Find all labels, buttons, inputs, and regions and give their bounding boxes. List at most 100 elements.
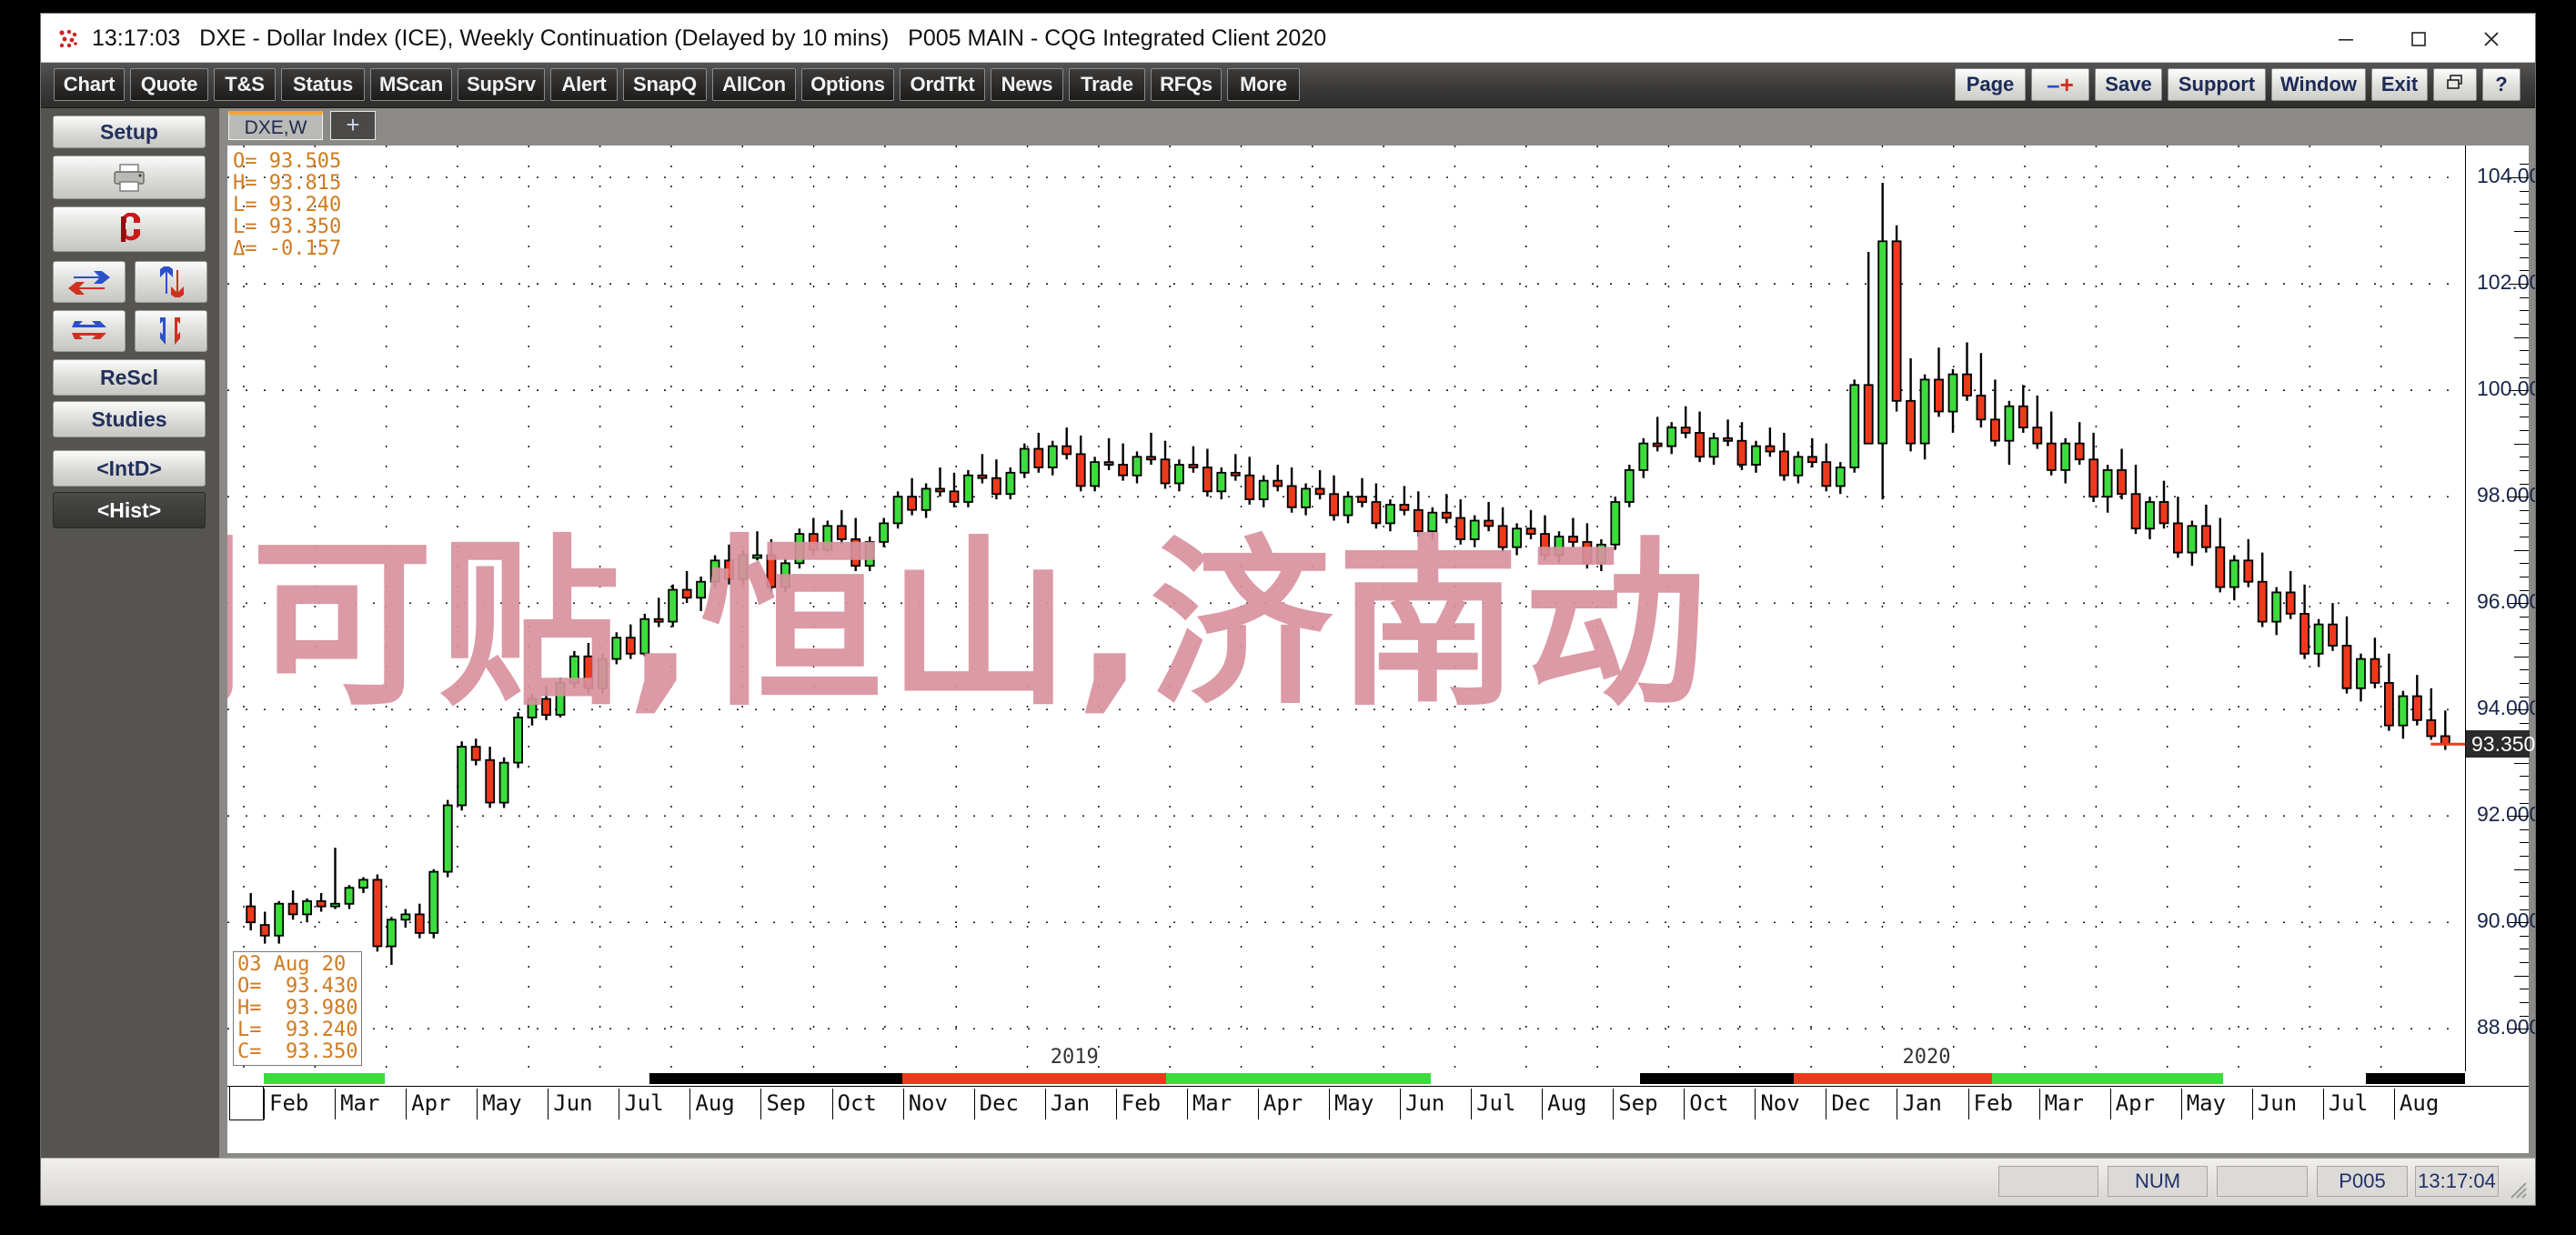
status-num-indicator: NUM (2108, 1166, 2208, 1197)
month-label: Jun (548, 1089, 624, 1120)
price-axis-label: 90.000 (2477, 909, 2536, 933)
price-axis-tick (2509, 177, 2529, 179)
toolbar-button-trade[interactable]: Trade (1069, 68, 1145, 101)
toolbar-button-snapq[interactable]: SnapQ (623, 68, 707, 101)
toolbar-button-t-s[interactable]: T&S (214, 68, 276, 101)
price-axis-tick (2520, 350, 2529, 352)
historical-button[interactable]: <Hist> (53, 492, 206, 528)
title-bar: 13:17:03 DXE - Dollar Index (ICE), Weekl… (41, 14, 2535, 63)
toolbar-button-quote[interactable]: Quote (130, 68, 208, 101)
magnet-icon-button[interactable] (53, 206, 206, 252)
price-axis-tick (2520, 204, 2529, 206)
price-axis[interactable]: 104.000 102.000 100.000 98.000 96.000 94.000 9… (2465, 146, 2535, 1071)
print-icon-button[interactable] (53, 156, 206, 199)
resize-grip-icon[interactable] (2504, 1176, 2528, 1200)
price-axis-tick (2514, 762, 2529, 764)
toolbar-button-news[interactable]: News (991, 68, 1063, 101)
month-label: Nov (1755, 1089, 1831, 1120)
status-page-indicator: P005 (2317, 1166, 2408, 1197)
add-tab-button[interactable]: + (330, 111, 376, 140)
setup-button[interactable]: Setup (53, 115, 206, 148)
swap-horizontal-icon-button[interactable] (53, 261, 126, 303)
toolbar-button-options[interactable]: Options (801, 68, 894, 101)
candlestick-plot[interactable]: 创可贴,恒山,济南动 O= 93.505 H= 93.815 L= 93.240… (227, 146, 2465, 1071)
price-axis-tick (2509, 284, 2529, 286)
month-label: Sep (1613, 1089, 1689, 1120)
cqg-application-window: 13:17:03 DXE - Dollar Index (ICE), Weekl… (40, 13, 2536, 1206)
year-bar-segment (1639, 1073, 1794, 1084)
status-time-indicator: 13:17:04 (2415, 1166, 2499, 1197)
price-axis-label: 94.000 (2477, 696, 2536, 720)
toolbar-button-more[interactable]: More (1227, 68, 1300, 101)
minus-plus-button[interactable]: –+ (2031, 68, 2089, 101)
price-axis-tick (2520, 483, 2529, 485)
price-axis-tick (2520, 244, 2529, 246)
studies-button[interactable]: Studies (53, 401, 206, 437)
chart-plot-container: 创可贴,恒山,济南动 O= 93.505 H= 93.815 L= 93.240… (226, 145, 2535, 1154)
price-axis-tick (2520, 776, 2529, 778)
restore-window-icon[interactable] (2433, 68, 2477, 101)
price-axis-tick (2514, 230, 2529, 232)
month-label: Jun (1400, 1089, 1476, 1120)
chart-readout-bottom: 03 Aug 20 O= 93.430 H= 93.980 L= 93.240 … (233, 951, 363, 1066)
help-button[interactable]: ? (2482, 68, 2521, 101)
window-button[interactable]: Window (2271, 68, 2366, 101)
year-bar-segment (1166, 1073, 1431, 1084)
price-axis-tick (2514, 336, 2529, 338)
page-button[interactable]: Page (1955, 68, 2026, 101)
status-empty-1 (1998, 1166, 2098, 1197)
price-axis-tick (2514, 975, 2529, 977)
price-axis-tick (2520, 935, 2529, 937)
close-button[interactable] (2455, 14, 2528, 62)
rescale-button[interactable]: ReScl (53, 359, 206, 396)
price-axis-tick (2520, 216, 2529, 218)
chart-sidebar: Setup ReScl Studies <IntD> <Hist> (41, 108, 219, 1158)
price-axis-tick (2520, 563, 2529, 565)
align-vertical-icon-button[interactable] (135, 310, 207, 352)
price-axis-tick (2520, 682, 2529, 684)
price-axis-tick (2520, 589, 2529, 591)
month-label: Jul (1471, 1089, 1547, 1120)
month-label: Dec (973, 1089, 1051, 1120)
price-axis-tick (2520, 895, 2529, 897)
toolbar-button-status[interactable]: Status (281, 68, 365, 101)
month-label: Aug (1542, 1089, 1618, 1120)
save-button[interactable]: Save (2095, 68, 2162, 101)
year-bar-segment (1991, 1073, 2223, 1084)
price-cursor-badge: 93.350 (2466, 730, 2535, 758)
year-bar-segment (1793, 1073, 1992, 1084)
toolbar-button-alert[interactable]: Alert (550, 68, 618, 101)
minimize-button[interactable] (2309, 14, 2382, 62)
maximize-button[interactable] (2382, 14, 2455, 62)
support-button[interactable]: Support (2168, 68, 2266, 101)
toolbar-button-chart[interactable]: Chart (54, 68, 125, 101)
price-axis-tick (2520, 256, 2529, 258)
year-bar-segment (2366, 1073, 2465, 1084)
price-axis-tick (2520, 323, 2529, 325)
intraday-button[interactable]: <IntD> (53, 450, 206, 487)
toolbar-button-allcon[interactable]: AllCon (712, 68, 796, 101)
swap-vertical-icon-button[interactable] (135, 261, 207, 303)
toolbar-button-ordtkt[interactable]: OrdTkt (900, 68, 985, 101)
year-bar-segment (264, 1073, 386, 1084)
price-axis-label: 102.000 (2477, 270, 2535, 295)
price-axis-tick (2514, 443, 2529, 445)
exit-button[interactable]: Exit (2371, 68, 2428, 101)
toolbar-button-rfqs[interactable]: RFQs (1151, 68, 1222, 101)
cqg-app-icon (57, 28, 79, 50)
price-axis-label: 100.000 (2477, 377, 2535, 401)
align-horizontal-icon-button[interactable] (53, 310, 126, 352)
toolbar-button-mscan[interactable]: MScan (370, 68, 452, 101)
price-axis-tick (2520, 696, 2529, 698)
price-axis-tick (2520, 190, 2529, 192)
status-empty-2 (2217, 1166, 2308, 1197)
month-label: May (477, 1089, 553, 1120)
toolbar-button-supsrv[interactable]: SupSrv (458, 68, 545, 101)
month-label: Oct (1684, 1089, 1760, 1120)
month-label: May (1328, 1089, 1405, 1120)
price-axis-tick (2520, 469, 2529, 471)
price-axis-tick (2520, 828, 2529, 830)
tab-dxe-weekly[interactable]: DXE,W (228, 111, 323, 140)
month-label: Jul (619, 1089, 695, 1120)
price-axis-label: 98.000 (2477, 483, 2536, 507)
